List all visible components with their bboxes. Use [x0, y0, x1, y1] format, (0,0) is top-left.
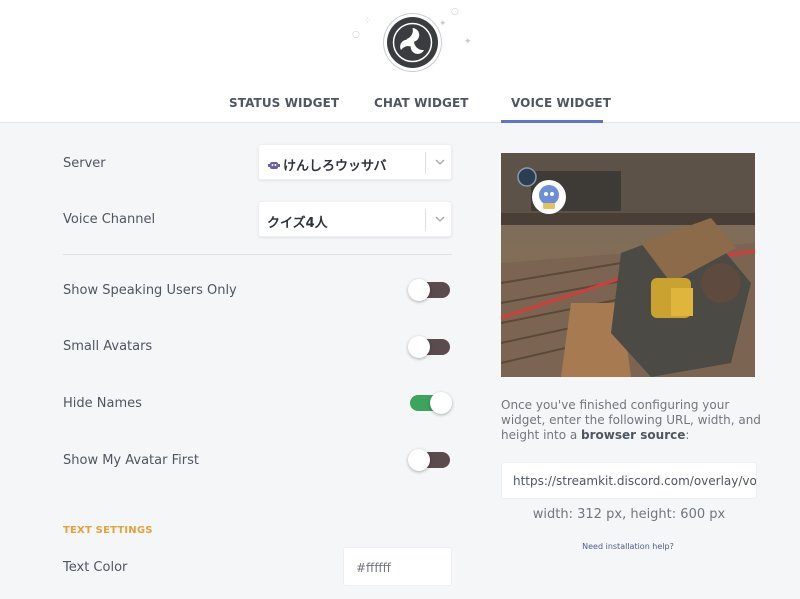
widget-preview-image — [501, 153, 755, 377]
server-label: Server — [63, 156, 106, 171]
height-unit: px — [709, 507, 726, 522]
text-settings-title: TEXT SETTINGS — [63, 525, 153, 536]
settings-divider — [63, 254, 452, 255]
tab-status-widget[interactable]: STATUS WIDGET — [229, 96, 339, 110]
toggle-knob — [408, 449, 430, 471]
select-divider — [425, 152, 426, 174]
voice-channel-select[interactable]: クイズ4人 — [258, 201, 452, 237]
server-select-value: けんしろウッサバ — [267, 155, 386, 174]
header: ⁘ ○ ○ ✦ ✦ STATUS WIDGET CHAT WIDGET VOIC… — [0, 0, 800, 123]
sparkle-icon: ✦ — [464, 37, 472, 47]
tab-voice-widget[interactable]: VOICE WIDGET — [511, 96, 611, 110]
toggle-speaking-only[interactable] — [408, 279, 450, 301]
sparkle-icon: ✦ — [439, 19, 447, 29]
sparkle-icon: ○ — [451, 7, 459, 17]
width-unit: px — [606, 507, 623, 522]
server-emoji-icon — [268, 162, 280, 169]
browser-source-text: browser source — [581, 428, 686, 442]
toggle-small-avatars[interactable] — [408, 336, 450, 358]
toggle-avatar-first[interactable] — [408, 449, 450, 471]
select-divider — [425, 209, 426, 231]
overlay-url-field[interactable]: https://streamkit.discord.com/overlay/vo… — [501, 462, 757, 499]
info-colon: : — [685, 428, 690, 442]
active-tab-indicator — [501, 120, 603, 123]
server-select[interactable]: けんしろウッサバ — [258, 144, 452, 180]
toggle-knob — [430, 392, 452, 414]
width-value: 312 — [577, 507, 602, 522]
dimensions-text: width: 312 px, height: 600 px — [532, 507, 726, 522]
chevron-down-icon[interactable] — [433, 212, 447, 226]
chevron-down-icon[interactable] — [433, 155, 447, 169]
toggle-hide-names[interactable] — [410, 392, 452, 414]
sparkle-icon: ○ — [352, 30, 360, 40]
width-label: width: — [532, 507, 573, 522]
obs-logo-icon — [387, 17, 438, 68]
voice-channel-value: クイズ4人 — [267, 216, 328, 231]
setup-instructions: Once you've finished configuring your wi… — [501, 398, 761, 443]
toggle-knob — [408, 279, 430, 301]
toggle-knob — [408, 336, 430, 358]
toggle-label-speaking-only: Show Speaking Users Only — [63, 283, 237, 298]
voice-channel-label: Voice Channel — [63, 212, 156, 227]
game-scene-image — [501, 153, 755, 377]
toggle-label-small-avatars: Small Avatars — [63, 339, 153, 354]
sparkle-icon: ⁘ — [364, 16, 372, 26]
toggle-label-hide-names: Hide Names — [63, 396, 142, 411]
text-color-value: #ffffff — [356, 561, 391, 575]
server-name: けんしろウッサバ — [283, 159, 387, 174]
overlay-url: https://streamkit.discord.com/overlay/vo… — [513, 474, 757, 488]
toggle-label-avatar-first: Show My Avatar First — [63, 453, 199, 468]
installation-help-link[interactable]: Need installation help? — [501, 542, 755, 551]
height-label: height: — [630, 507, 677, 522]
height-value: 600 — [680, 507, 706, 522]
text-color-input[interactable]: #ffffff — [343, 547, 452, 586]
tab-chat-widget[interactable]: CHAT WIDGET — [374, 96, 469, 110]
text-color-label: Text Color — [63, 560, 128, 575]
